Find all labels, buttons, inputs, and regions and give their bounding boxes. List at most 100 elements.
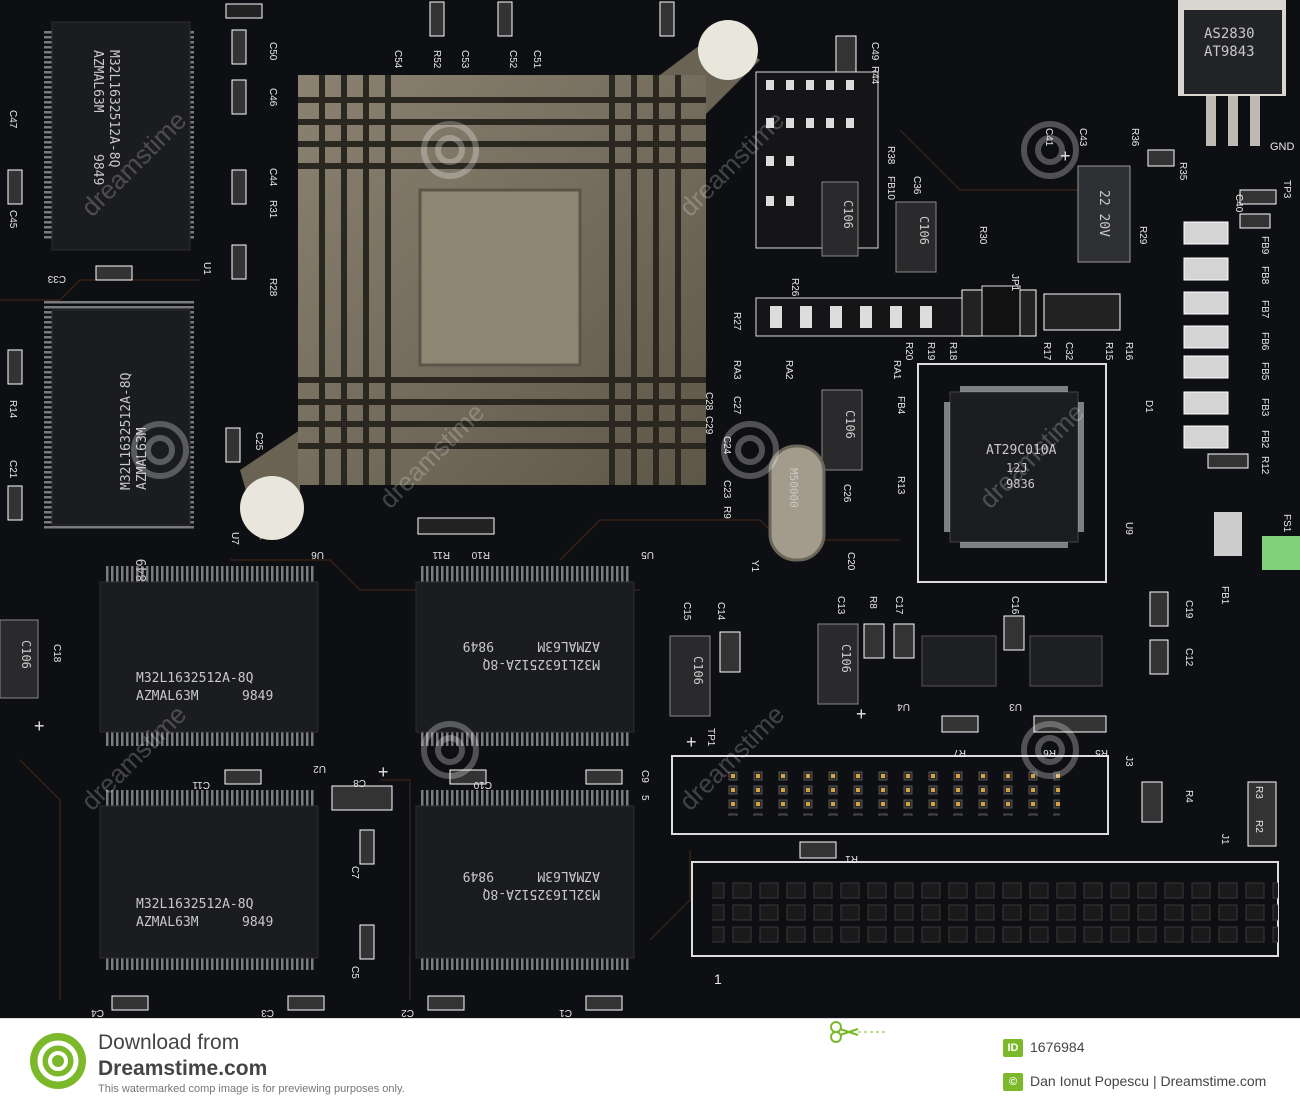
silk-c47: C47 — [7, 110, 18, 129]
silk-fb2: FB2 — [1259, 430, 1270, 449]
silk-r9: R9 — [721, 506, 732, 519]
photographer-credit[interactable]: Dan Ionut Popescu | Dreamstime.com — [1030, 1073, 1266, 1089]
silk-r35: R35 — [1177, 162, 1188, 181]
silk-c11: C11 — [192, 779, 210, 790]
cap-c13-label: C106 — [839, 644, 853, 673]
silk-c36: C36 — [911, 176, 922, 195]
silk-c20: C20 — [845, 552, 856, 571]
silk-r29: R29 — [1137, 226, 1148, 245]
chip-u3-line2: AZMAL63M — [136, 915, 199, 930]
regulator-line1: AS2830 — [1204, 26, 1255, 42]
silk-r20: R20 — [903, 342, 914, 361]
silk-c1: C1 — [559, 1007, 572, 1018]
jumper-jp1 — [981, 285, 1021, 337]
silk-r12: R12 — [1259, 456, 1270, 475]
silk-gnd: GND — [1270, 141, 1295, 153]
silk-r14: R14 — [7, 400, 18, 419]
cap-c15-label: C106 — [691, 656, 705, 685]
circuit-board-image: M32L1632512A-8Q AZMAL63M 9849 M32L163251… — [0, 0, 1300, 1018]
silk-u1: U1 — [201, 262, 212, 275]
silk-c9: C9 — [639, 770, 650, 783]
silk-r52: R52 — [431, 50, 442, 69]
silk-r19: R19 — [925, 342, 936, 361]
chip-u7-line1: M32L1632512A-8Q — [119, 372, 134, 490]
silk-u9: U9 — [1123, 522, 1134, 535]
silk-c19: C19 — [1183, 600, 1194, 619]
silk-c50: C50 — [267, 42, 278, 61]
silk-c29: C29 — [703, 416, 714, 435]
silk-u6: U6 — [311, 549, 324, 560]
chip-u4-line2: AZMAL63M — [537, 868, 600, 883]
silk-ra3: RA3 — [731, 360, 742, 380]
silk-r31: R31 — [267, 200, 278, 219]
silk-fb6: FB6 — [1259, 332, 1270, 351]
silk-r44: R44 — [869, 66, 880, 85]
silk-fb4: FB4 — [895, 396, 906, 415]
silk-c25: C25 — [253, 432, 264, 451]
memory-chip-u3: M32L1632512A-8Q AZMAL63M 9849 — [99, 790, 319, 970]
chip-u3-line3: 9849 — [242, 915, 273, 930]
silk-r1: R1 — [845, 853, 858, 864]
chip-u2-line3: 9849 — [242, 689, 273, 704]
silk-plus-5: + — [378, 762, 389, 782]
silk-c13: C13 — [835, 596, 846, 615]
chip-u5-line3: 9849 — [463, 638, 494, 653]
silk-c3: C3 — [261, 1007, 274, 1018]
silk-c17: C17 — [893, 596, 904, 615]
dreamstime-link[interactable]: Dreamstime.com — [98, 1057, 267, 1081]
silk-plus-3: + — [856, 704, 867, 724]
silk-j3: J3 — [1123, 756, 1134, 767]
silk-c27: C27 — [731, 396, 742, 415]
silk-u4: U4 — [897, 701, 910, 712]
crystal-label: M50000 — [787, 468, 800, 508]
silk-c23: C23 — [721, 480, 732, 499]
circuit-board-photo: M32L1632512A-8Q AZMAL63M 9849 M32L163251… — [0, 0, 1300, 1018]
silk-c53: C53 — [459, 50, 470, 69]
silk-fb5: FB5 — [1259, 362, 1270, 381]
silk-u2: U2 — [313, 763, 326, 774]
silk-c52: C52 — [507, 50, 518, 69]
silk-r30: R30 — [977, 226, 988, 245]
silk-c44: C44 — [267, 168, 278, 187]
copyright-badge-icon: © — [1003, 1073, 1023, 1091]
silk-y1: Y1 — [749, 560, 760, 573]
silk-r16: R16 — [1123, 342, 1134, 361]
download-from-label: Download from — [98, 1031, 240, 1054]
memory-chip-u2: M32L1632512A-8Q AZMAL63M 9849 — [99, 566, 319, 746]
silk-c46: C46 — [267, 88, 278, 107]
silk-c49: C49 — [869, 42, 880, 61]
silk-r8: R8 — [867, 596, 878, 609]
silk-plus-1: + — [34, 716, 45, 736]
silk-5: 5 — [639, 795, 650, 801]
silk-c18: C18 — [51, 644, 62, 663]
silk-c2: C2 — [401, 1007, 414, 1018]
cap-c43-label: 22 20V — [1096, 190, 1111, 237]
id-badge-icon: ID — [1003, 1039, 1023, 1057]
silk-ra2: RA2 — [783, 360, 794, 380]
memory-chip-u4: M32L1632512A-8Q AZMAL63M 9849 — [415, 790, 635, 970]
chip-u5-line2: AZMAL63M — [537, 638, 600, 653]
regulator-line2: AT9843 — [1204, 44, 1255, 60]
silk-fb9: FB9 — [1259, 236, 1270, 255]
silk-c7: C7 — [349, 866, 360, 879]
cap-c36-label: C106 — [917, 216, 931, 245]
silk-c33: C33 — [47, 273, 66, 284]
silk-c54: C54 — [392, 50, 403, 69]
silk-u3: U3 — [1009, 701, 1022, 712]
watermark-footer: Download from Dreamstime.com This waterm… — [0, 1018, 1300, 1109]
silk-c15: C15 — [681, 602, 692, 621]
silk-c43: C43 — [1077, 128, 1088, 147]
silk-c4: C4 — [91, 1007, 104, 1018]
silk-fs1: FS1 — [1281, 514, 1292, 533]
silk-j1: J1 — [1219, 834, 1230, 845]
silk-r26: R26 — [789, 278, 800, 297]
silk-r13: R13 — [895, 476, 906, 495]
silk-c51: C51 — [531, 50, 542, 69]
cap-c18-label: C106 — [19, 640, 33, 669]
silk-tp1: TP1 — [705, 728, 716, 747]
preview-notice: This watermarked comp image is for previ… — [98, 1083, 405, 1095]
memory-chip-u5: M32L1632512A-8Q AZMAL63M 9849 — [415, 566, 635, 746]
silk-r7: R7 — [953, 747, 966, 758]
cap-c26-label: C106 — [843, 410, 857, 439]
chip-u4-line3: 9849 — [463, 868, 494, 883]
